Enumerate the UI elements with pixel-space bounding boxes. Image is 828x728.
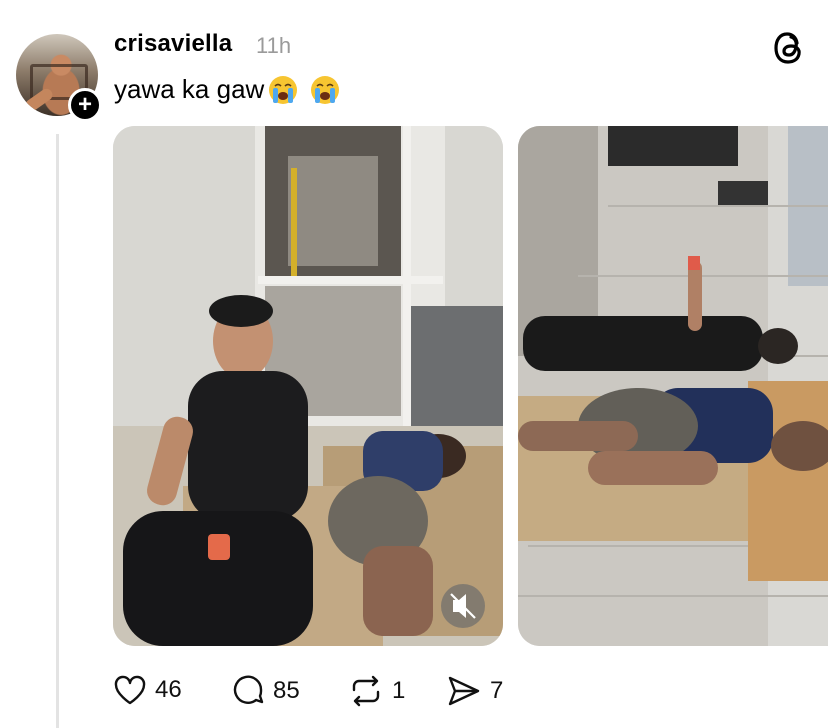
share-icon xyxy=(448,676,480,706)
post-photo[interactable] xyxy=(518,126,828,646)
crying-face-icon xyxy=(269,75,298,104)
crying-face-icon xyxy=(311,75,340,104)
follow-plus-icon[interactable]: + xyxy=(68,88,102,122)
post-video[interactable] xyxy=(113,126,503,646)
reply-count: 85 xyxy=(273,677,300,704)
caption-text: yawa ka gaw xyxy=(114,74,265,104)
repost-count: 1 xyxy=(392,677,406,704)
like-count: 46 xyxy=(155,676,182,703)
reply-button[interactable]: 85 xyxy=(231,674,300,708)
post-caption: yawa ka gaw xyxy=(114,74,340,105)
comment-icon xyxy=(233,675,264,704)
threads-logo-icon[interactable] xyxy=(772,28,806,68)
repost-button[interactable]: 1 xyxy=(348,674,405,708)
repost-icon xyxy=(352,675,380,707)
thread-line xyxy=(56,134,59,728)
post-time: 11h xyxy=(256,33,292,58)
share-count: 7 xyxy=(490,677,504,704)
video-frame-image xyxy=(113,126,503,646)
share-button[interactable]: 7 xyxy=(446,674,503,708)
heart-icon xyxy=(114,675,146,705)
like-button[interactable]: 46 xyxy=(113,674,182,706)
photo-image xyxy=(518,126,828,646)
username[interactable]: crisaviella xyxy=(114,30,232,58)
mute-icon[interactable] xyxy=(441,584,485,628)
